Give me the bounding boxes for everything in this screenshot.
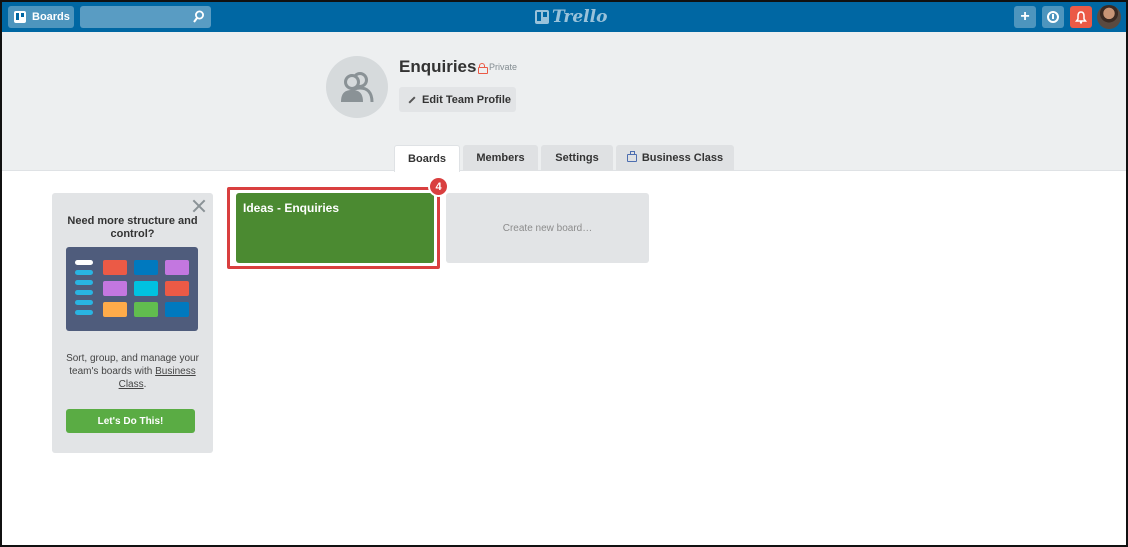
lets-do-this-button[interactable]: Let's Do This!	[66, 409, 195, 433]
tab-members[interactable]: Members	[463, 145, 538, 171]
trello-logo[interactable]: Trello	[535, 7, 607, 27]
top-header: Boards Trello +	[2, 2, 1126, 32]
tab-members-label: Members	[476, 152, 525, 164]
team-icon	[341, 72, 374, 103]
pencil-icon	[408, 95, 416, 104]
privacy-label: Private	[489, 62, 518, 72]
team-name: Enquiries	[399, 57, 477, 76]
tab-business-class[interactable]: Business Class	[616, 145, 734, 171]
info-button[interactable]	[1042, 6, 1064, 28]
tab-settings-label: Settings	[555, 152, 599, 164]
info-icon	[1047, 11, 1059, 23]
lets-do-this-label: Let's Do This!	[97, 415, 164, 427]
privacy-badge[interactable]: Private	[478, 62, 518, 74]
promo-description: Sort, group, and manage your team's boar…	[62, 352, 203, 391]
user-avatar[interactable]	[1097, 5, 1121, 29]
trello-logo-text: Trello	[552, 7, 608, 27]
create-new-board-tile[interactable]: Create new board…	[446, 193, 649, 263]
promo-text-after: .	[143, 379, 147, 390]
boards-icon	[14, 11, 26, 23]
annotation-highlight-box	[227, 187, 440, 269]
add-button[interactable]: +	[1014, 6, 1036, 28]
tab-boards[interactable]: Boards	[394, 145, 460, 172]
promo-title: Need more structure and control?	[67, 215, 198, 240]
bell-icon	[1075, 10, 1087, 24]
edit-team-profile-label: Edit Team Profile	[422, 93, 512, 106]
team-header: Enquiries Private Edit Team Profile Boar…	[2, 32, 1126, 172]
tab-boards-label: Boards	[408, 153, 446, 165]
team-avatar	[326, 56, 388, 118]
tab-settings[interactable]: Settings	[541, 145, 613, 171]
close-icon[interactable]	[192, 199, 206, 213]
tab-business-class-label: Business Class	[641, 152, 724, 164]
lock-icon	[478, 62, 488, 74]
search-input[interactable]	[80, 6, 211, 28]
trello-window: Boards Trello + Enquiries Private Edit T…	[0, 0, 1128, 547]
boards-button-label: Boards	[32, 11, 70, 23]
trello-logo-icon	[535, 10, 549, 24]
notifications-button[interactable]	[1070, 6, 1092, 28]
search-icon[interactable]	[193, 10, 205, 24]
team-tabs: Boards Members Settings Business Class	[394, 145, 734, 172]
briefcase-icon	[626, 151, 637, 162]
promo-illustration	[66, 247, 198, 331]
boards-button[interactable]: Boards	[8, 6, 74, 28]
edit-team-profile-button[interactable]: Edit Team Profile	[399, 87, 516, 112]
plus-icon: +	[1020, 8, 1030, 25]
business-class-promo: Need more structure and control? Sort, g…	[52, 193, 213, 453]
create-new-board-label: Create new board…	[502, 222, 593, 234]
